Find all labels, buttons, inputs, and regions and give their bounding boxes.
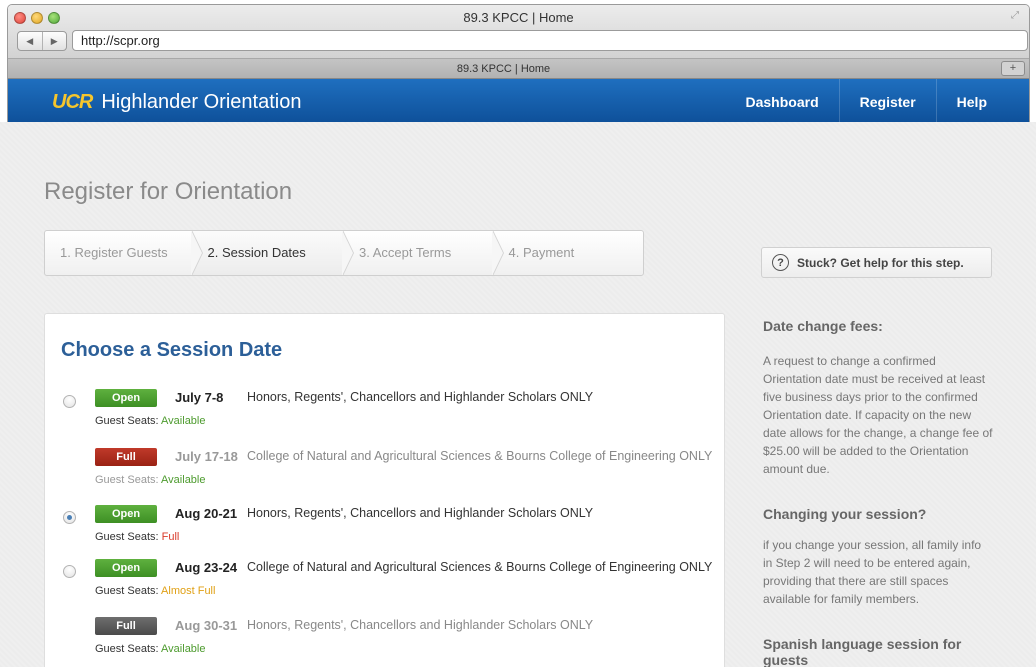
date-change-heading: Date change fees: bbox=[763, 318, 883, 334]
step-session-dates[interactable]: 2. Session Dates bbox=[192, 231, 354, 275]
session-radio[interactable] bbox=[63, 511, 76, 524]
question-icon: ? bbox=[772, 254, 789, 271]
url-field[interactable]: http://scpr.org bbox=[72, 30, 1028, 51]
step-help-button[interactable]: ? Stuck? Get help for this step. bbox=[761, 247, 992, 278]
browser-tab[interactable]: 89.3 KPCC | Home bbox=[8, 59, 999, 79]
site-name: Highlander Orientation bbox=[101, 91, 302, 113]
session-row: Open Aug 20-21 Honors, Regents', Chancel… bbox=[45, 505, 725, 545]
session-row: Open Aug 23-24 College of Natural and Ag… bbox=[45, 559, 725, 599]
nav-dashboard[interactable]: Dashboard bbox=[726, 79, 839, 126]
window-title: 89.3 KPCC | Home bbox=[463, 10, 574, 25]
session-description: Honors, Regents', Chancellors and Highla… bbox=[247, 618, 594, 632]
session-panel: Choose a Session Date Open July 7-8 Hono… bbox=[44, 313, 725, 667]
page-content: Register for Orientation 1. Register Gue… bbox=[0, 122, 1036, 667]
guest-seats: Guest Seats: Almost Full bbox=[95, 585, 215, 597]
status-badge: Full bbox=[95, 617, 157, 635]
site-logo[interactable]: UCR Highlander Orientation bbox=[52, 91, 301, 114]
session-radio[interactable] bbox=[63, 395, 76, 408]
session-radio[interactable] bbox=[63, 565, 76, 578]
guest-seats-status: Available bbox=[161, 643, 206, 655]
guest-seats-status: Almost Full bbox=[161, 585, 216, 597]
date-change-text: A request to change a confirmed Orientat… bbox=[763, 354, 993, 476]
nav-help[interactable]: Help bbox=[935, 79, 1007, 126]
step-register-guests[interactable]: 1. Register Guests bbox=[45, 231, 202, 275]
session-description: College of Natural and Agricultural Scie… bbox=[247, 560, 713, 574]
status-badge: Open bbox=[95, 559, 157, 577]
nav-register[interactable]: Register bbox=[838, 79, 936, 126]
guest-seats: Guest Seats: Available bbox=[95, 474, 206, 486]
guest-seats-status: Full bbox=[161, 531, 180, 543]
session-description: Honors, Regents', Chancellors and Highla… bbox=[247, 390, 594, 404]
step-accept-terms[interactable]: 3. Accept Terms bbox=[344, 231, 503, 275]
browser-titlebar: 89.3 KPCC | Home ⤢ ◀ ▶ http://scpr.org bbox=[8, 5, 1029, 59]
top-nav: Dashboard Register Help bbox=[726, 79, 1008, 126]
guest-seats-label: Guest Seats: bbox=[95, 531, 159, 543]
guest-seats-label: Guest Seats: bbox=[95, 474, 159, 486]
forward-button[interactable]: ▶ bbox=[43, 32, 67, 50]
guest-seats: Guest Seats: Available bbox=[95, 643, 206, 655]
guest-seats: Guest Seats: Full bbox=[95, 531, 179, 543]
guest-seats-label: Guest Seats: bbox=[95, 643, 159, 655]
session-description: Honors, Regents', Chancellors and Highla… bbox=[247, 506, 594, 520]
history-nav: ◀ ▶ bbox=[17, 31, 67, 51]
status-badge: Open bbox=[95, 389, 157, 407]
status-badge: Full bbox=[95, 448, 157, 466]
spanish-session-heading: Spanish language session for guests bbox=[763, 636, 962, 667]
page-title: Register for Orientation bbox=[44, 178, 293, 205]
status-badge: Open bbox=[95, 505, 157, 523]
panel-title: Choose a Session Date bbox=[61, 339, 283, 361]
guest-seats-label: Guest Seats: bbox=[95, 585, 159, 597]
step-payment[interactable]: 4. Payment bbox=[494, 231, 644, 275]
guest-seats-status: Available bbox=[161, 415, 206, 427]
logo-mark: UCR bbox=[52, 91, 93, 113]
session-row: Full July 17-18 College of Natural and A… bbox=[45, 448, 725, 488]
guest-seats: Guest Seats: Available bbox=[95, 415, 206, 427]
session-date: Aug 23-24 bbox=[175, 560, 238, 575]
session-date: July 7-8 bbox=[175, 390, 224, 405]
session-date: July 17-18 bbox=[175, 449, 238, 464]
back-button[interactable]: ◀ bbox=[18, 32, 43, 50]
session-date: Aug 30-31 bbox=[175, 618, 238, 633]
step-progress: 1. Register Guests 2. Session Dates 3. A… bbox=[44, 230, 644, 276]
guest-seats-label: Guest Seats: bbox=[95, 415, 159, 427]
session-row: Full Aug 30-31 Honors, Regents', Chancel… bbox=[45, 617, 725, 657]
fullscreen-icon[interactable]: ⤢ bbox=[1011, 10, 1023, 22]
info-sidebar: Date change fees: A request to change a … bbox=[763, 318, 993, 667]
changing-session-heading: Changing your session? bbox=[763, 506, 927, 522]
site-header: UCR Highlander Orientation Dashboard Reg… bbox=[8, 79, 1029, 126]
session-row: Open July 7-8 Honors, Regents', Chancell… bbox=[45, 389, 725, 429]
session-date: Aug 20-21 bbox=[175, 506, 238, 521]
session-description: College of Natural and Agricultural Scie… bbox=[247, 449, 713, 463]
changing-session-text: if you change your session, all family i… bbox=[763, 538, 982, 606]
tab-bar: 89.3 KPCC | Home + bbox=[8, 59, 1029, 79]
guest-seats-status: Available bbox=[161, 474, 206, 486]
help-button-label: Stuck? Get help for this step. bbox=[797, 255, 964, 270]
new-tab-button[interactable]: + bbox=[1001, 61, 1025, 76]
